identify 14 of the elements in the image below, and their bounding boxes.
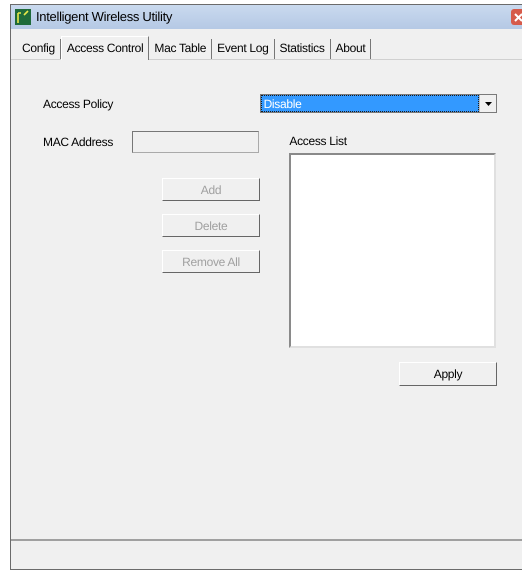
window-title: Intelligent Wireless Utility — [36, 8, 172, 26]
close-icon[interactable] — [511, 9, 522, 25]
caret-icon — [484, 102, 492, 106]
mac-address-field[interactable] — [132, 131, 259, 153]
apply-button[interactable]: Apply — [399, 362, 497, 386]
app-icon — [15, 9, 31, 25]
tab[interactable]: Statistics — [274, 39, 331, 59]
tab[interactable]: Event Log — [212, 39, 275, 59]
tab[interactable]: About — [330, 39, 372, 59]
mac-address-label: MAC Address — [43, 134, 114, 151]
access-list-label: Access List — [289, 133, 348, 150]
access-policy-label: Access Policy — [43, 96, 114, 112]
tab[interactable]: Access Control — [60, 36, 150, 60]
tab[interactable]: Mac Table — [149, 39, 212, 59]
